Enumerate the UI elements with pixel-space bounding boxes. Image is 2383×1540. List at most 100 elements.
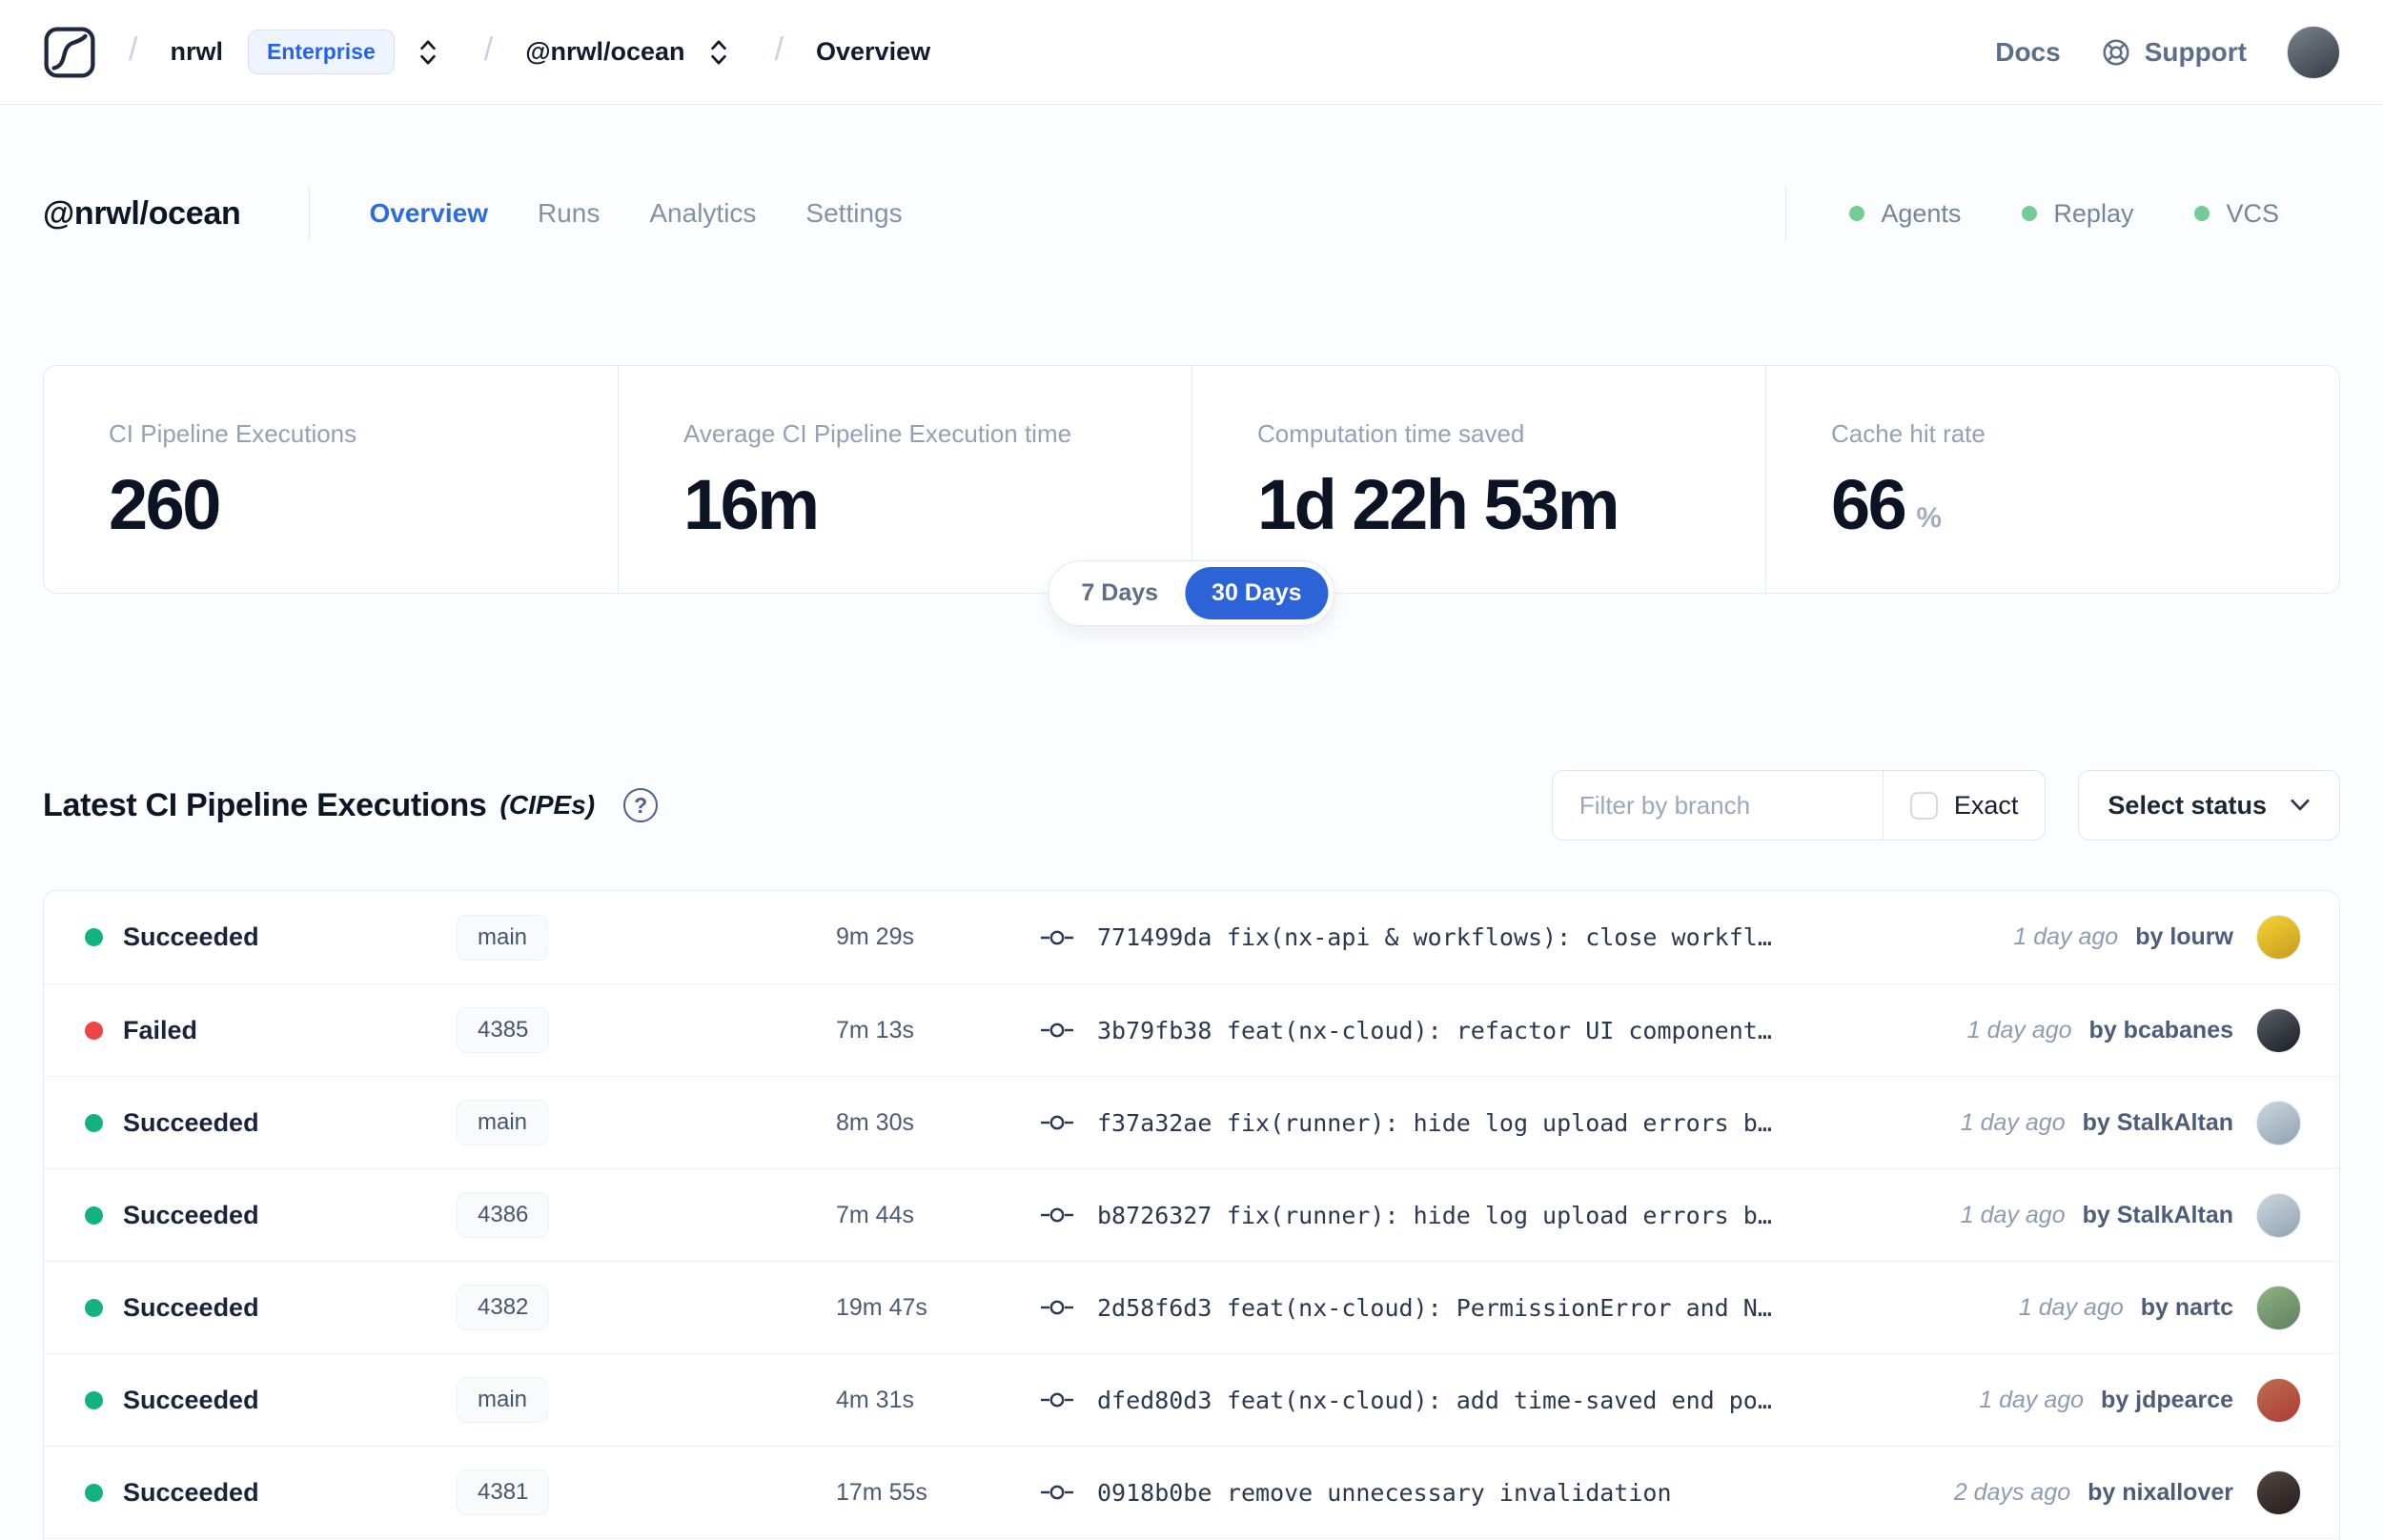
table-row[interactable]: Succeeded 4386 7m 44s b8726327 fix(runner… (44, 1168, 2339, 1261)
author-avatar (2256, 1192, 2301, 1238)
stat-label: Computation time saved (1257, 419, 1525, 448)
status-indicator[interactable]: Replay (2022, 199, 2133, 229)
exact-toggle[interactable]: Exact (1884, 771, 2046, 840)
workspace-tab[interactable]: Runs (538, 198, 600, 229)
stat-value: 66 (1831, 465, 1907, 544)
run-status-dot-icon (85, 1021, 103, 1040)
author-label: by nartc (2140, 1293, 2233, 1321)
meta-cell: 1 day ago by StalkAltan (1932, 1100, 2301, 1145)
commit-hash: dfed80d3 (1097, 1386, 1212, 1414)
author-label: by bcabanes (2088, 1016, 2233, 1044)
status-cell: Failed (85, 1016, 457, 1045)
workspace-title: @nrwl/ocean (43, 194, 241, 232)
branch-filter-input[interactable] (1552, 771, 1883, 840)
run-status-dot-icon (85, 928, 103, 946)
period-toggle: 7 Days 30 Days (1048, 560, 1335, 626)
commit-cell: 3b79fb38 feat(nx-cloud): refactor UI comp… (1040, 1017, 1939, 1044)
exact-checkbox[interactable] (1909, 791, 1938, 820)
branch-pill: 4385 (457, 1007, 550, 1053)
run-status-label: Succeeded (123, 1200, 259, 1229)
branch-pill: 4386 (457, 1192, 550, 1238)
plan-badge[interactable]: Enterprise (247, 30, 395, 74)
duration-label: 19m 47s (836, 1293, 927, 1321)
status-dot-icon (2022, 206, 2038, 221)
run-status-label: Succeeded (123, 1385, 259, 1414)
git-commit-icon (1041, 1485, 1073, 1500)
duration-label: 8m 30s (836, 1108, 914, 1136)
stat-card: Cache hit rate 66 % (1765, 366, 2339, 593)
section-title: Latest CI Pipeline Executions (43, 786, 487, 823)
meta-cell: 1 day ago by StalkAltan (1932, 1192, 2301, 1238)
stat-cards: CI Pipeline Executions 260 Average CI Pi… (43, 365, 2340, 594)
workspace-status-cluster: Agents Replay VCS (1785, 187, 2340, 240)
commit-hash: 3b79fb38 (1097, 1016, 1212, 1044)
stat-card: Computation time saved 1d 22h 53m (1192, 366, 1765, 593)
time-ago-label: 1 day ago (2018, 1293, 2124, 1321)
breadcrumb-workspace[interactable]: @nrwl/ocean (525, 37, 684, 67)
commit-message: feat(nx-cloud): refactor UI component… (1226, 1016, 1772, 1044)
status-cell: Succeeded (85, 1293, 457, 1323)
branch-pill: main (457, 1100, 549, 1145)
table-row[interactable]: Succeeded 4382 19m 47s 2d58f6d3 feat(nx-c… (44, 1261, 2339, 1353)
author-label: by nixallover (2088, 1478, 2233, 1506)
divider (1785, 187, 1787, 240)
breadcrumb-org[interactable]: nrwl (170, 37, 223, 67)
workspace-tab[interactable]: Settings (805, 198, 902, 229)
workspace-tab[interactable]: Overview (369, 198, 488, 229)
commit-message: feat(nx-cloud): PermissionError and N… (1226, 1293, 1772, 1322)
status-cell: Succeeded (85, 1201, 457, 1230)
table-row[interactable]: Failed 4385 7m 13s 3b79fb38 feat(nx-cloud… (44, 983, 2339, 1076)
workspace-header: @nrwl/ocean Overview Runs Analytics Setting… (43, 179, 2340, 248)
support-label: Support (2144, 36, 2247, 67)
workspace-switcher-chevrons-icon[interactable] (708, 36, 729, 69)
cipe-section-header: Latest CI Pipeline Executions (CIPEs) ? … (43, 770, 2340, 841)
org-switcher-chevrons-icon[interactable] (418, 36, 438, 69)
commit-hash: b8726327 (1097, 1201, 1212, 1229)
user-avatar[interactable] (2287, 25, 2340, 79)
status-select-button[interactable]: Select status (2078, 770, 2340, 841)
branch-pill: 4381 (457, 1469, 550, 1515)
table-row[interactable]: Succeeded main 9m 29s 771499da fix(nx-api… (44, 891, 2339, 983)
help-icon[interactable]: ? (623, 788, 659, 822)
commit-cell: b8726327 fix(runner): hide log upload err… (1040, 1202, 1932, 1229)
table-row[interactable]: Succeeded 4381 17m 55s 0918b0be remove un… (44, 1446, 2339, 1538)
time-ago-label: 1 day ago (2013, 923, 2119, 950)
commit-cell: dfed80d3 feat(nx-cloud): add time-saved e… (1040, 1387, 1950, 1414)
nx-cloud-logo-icon[interactable] (43, 25, 96, 80)
support-link[interactable]: Support (2101, 37, 2247, 68)
commit-cell: 771499da fix(nx-api & workflows): close w… (1040, 923, 1985, 951)
run-status-label: Succeeded (123, 922, 259, 951)
branch-pill: 4382 (457, 1285, 550, 1330)
duration-label: 7m 44s (836, 1201, 914, 1228)
workspace-tab[interactable]: Analytics (649, 198, 756, 229)
author-avatar (2256, 1100, 2301, 1145)
commit-cell: 2d58f6d3 feat(nx-cloud): PermissionError … (1040, 1294, 1990, 1322)
status-indicator[interactable]: VCS (2194, 199, 2279, 229)
duration-label: 4m 31s (836, 1386, 914, 1413)
divider (309, 187, 311, 240)
git-commit-icon (1041, 1023, 1073, 1038)
status-indicator[interactable]: Agents (1849, 199, 1961, 229)
commit-message: fix(runner): hide log upload errors b… (1226, 1201, 1772, 1229)
author-label: by jdpearce (2101, 1386, 2233, 1413)
status-dot-icon (1849, 206, 1865, 221)
period-option-button[interactable]: 7 Days (1054, 567, 1185, 619)
commit-hash: 2d58f6d3 (1097, 1293, 1212, 1322)
time-ago-label: 1 day ago (1960, 1201, 2066, 1228)
time-ago-label: 1 day ago (1979, 1386, 2085, 1413)
docs-link[interactable]: Docs (1995, 37, 2060, 68)
run-status-dot-icon (85, 1390, 103, 1409)
commit-text: 0918b0be remove unnecessary invalidation (1097, 1479, 1672, 1507)
table-row[interactable]: Succeeded main 4m 31s dfed80d3 feat(nx-cl… (44, 1353, 2339, 1446)
status-indicator-label: Replay (2053, 198, 2134, 228)
author-avatar (2256, 1377, 2301, 1423)
run-status-label: Failed (123, 1015, 198, 1044)
status-dot-icon (2194, 206, 2210, 221)
commit-message: feat(nx-cloud): add time-saved end po… (1226, 1386, 1772, 1414)
table-row[interactable]: Succeeded main 8m 30s f37a32ae fix(runner… (44, 1076, 2339, 1168)
period-option-button[interactable]: 30 Days (1185, 567, 1329, 619)
status-cell: Succeeded (85, 1478, 457, 1508)
stat-label: Cache hit rate (1831, 419, 1986, 448)
meta-cell: 1 day ago by bcabanes (1939, 1007, 2301, 1053)
exact-label: Exact (1953, 790, 2019, 820)
